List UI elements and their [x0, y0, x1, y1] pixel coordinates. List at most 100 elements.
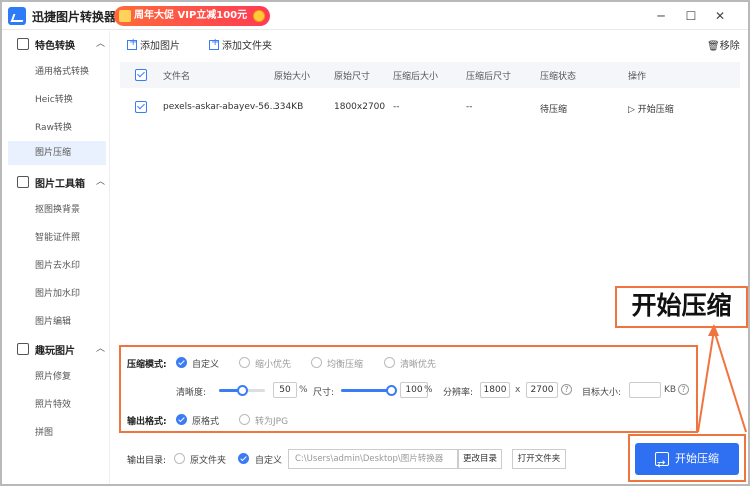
- output-format-label: 输出格式:: [127, 417, 167, 427]
- format-jpg-radio[interactable]: [239, 414, 250, 425]
- size-percent: %: [424, 385, 433, 395]
- clarity-value[interactable]: 50: [273, 382, 297, 398]
- title-bar: 迅捷图片转换器 周年大促 VIP立减100元 ─ ☐ ✕: [2, 2, 748, 30]
- maximize-icon[interactable]: ☐: [683, 8, 699, 24]
- promo-banner[interactable]: 周年大促 VIP立减100元: [114, 6, 270, 26]
- cell-new-size: --: [393, 102, 400, 112]
- row-start-compress-button[interactable]: ▷ 开始压缩: [628, 102, 674, 115]
- sidebar-item-raw[interactable]: Raw转换: [8, 116, 106, 140]
- sidebar-item-compress[interactable]: 图片压缩: [8, 141, 106, 165]
- app-title: 迅捷图片转换器: [32, 10, 117, 24]
- target-size-unit: KB: [664, 385, 677, 395]
- size-slider[interactable]: [341, 385, 397, 396]
- add-folder-label: 添加文件夹: [222, 41, 272, 52]
- format-jpg-label: 转为JPG: [255, 417, 289, 427]
- mode-custom-label: 自定义: [192, 360, 220, 370]
- sidebar-item-collage[interactable]: 拼图: [8, 421, 106, 445]
- add-folder-button[interactable]: 添加文件夹: [209, 37, 272, 52]
- resolution-label: 分辨率:: [443, 388, 474, 398]
- group-label: 图片工具箱: [35, 179, 85, 190]
- mode-custom-radio[interactable]: [176, 357, 187, 368]
- output-custom-radio[interactable]: [238, 453, 249, 464]
- help-icon[interactable]: ?: [678, 384, 689, 395]
- col-action: 操作: [628, 72, 647, 82]
- start-compress-button[interactable]: 开始压缩: [635, 443, 739, 481]
- sidebar-item-format-convert[interactable]: 通用格式转换: [8, 60, 106, 84]
- output-custom-label: 自定义: [255, 456, 283, 466]
- minimize-icon[interactable]: ─: [653, 8, 669, 24]
- cell-new-dim: --: [466, 102, 473, 112]
- cell-status: 待压缩: [540, 105, 568, 115]
- sidebar-item-id-photo[interactable]: 智能证件照: [8, 226, 106, 250]
- clarity-slider-knob[interactable]: [237, 385, 248, 396]
- promo-text: 周年大促 VIP立减100元: [134, 10, 248, 21]
- resolution-width[interactable]: 1800: [480, 382, 510, 398]
- file-table-header: 文件名 原始大小 原始尺寸 压缩后大小 压缩后尺寸 压缩状态 操作: [120, 62, 740, 88]
- toolbox-icon: [17, 176, 29, 188]
- chevron-up-icon: ︿: [96, 344, 106, 354]
- target-size-input[interactable]: [629, 382, 661, 398]
- cell-filename: pexels-askar-abayev-56...: [163, 102, 279, 112]
- size-label: 尺寸:: [313, 388, 335, 398]
- row-checkbox[interactable]: [135, 101, 147, 113]
- sidebar-group-feature[interactable]: 特色转换 ︿: [2, 32, 110, 56]
- sidebar-item-add-watermark[interactable]: 图片加水印: [8, 282, 106, 306]
- gift-icon: [119, 10, 131, 22]
- add-folder-icon: [209, 37, 219, 50]
- add-image-button[interactable]: 添加图片: [127, 37, 180, 52]
- target-size-label: 目标大小:: [582, 388, 622, 398]
- chevron-up-icon: ︿: [96, 177, 106, 187]
- resolution-x: x: [515, 385, 521, 395]
- open-folder-button[interactable]: 打开文件夹: [512, 449, 566, 469]
- add-image-icon: [127, 37, 137, 50]
- mode-balanced-label: 均衡压缩: [327, 360, 364, 370]
- mode-size-first-label: 缩小优先: [255, 360, 292, 370]
- coin-icon: [253, 10, 265, 22]
- mode-clarity-first-label: 清晰优先: [400, 360, 437, 370]
- sidebar-item-photo-repair[interactable]: 照片修复: [8, 365, 106, 389]
- sidebar-item-photo-effects[interactable]: 照片特效: [8, 393, 106, 417]
- col-new-dim: 压缩后尺寸: [466, 72, 512, 82]
- size-slider-fill: [341, 389, 391, 392]
- sidebar-item-remove-watermark[interactable]: 图片去水印: [8, 254, 106, 278]
- compress-icon: [655, 449, 669, 481]
- start-compress-label: 开始压缩: [675, 452, 719, 465]
- format-original-label: 原格式: [192, 417, 220, 427]
- sidebar-item-edit[interactable]: 图片编辑: [8, 310, 106, 334]
- sidebar-item-heic[interactable]: Heic转换: [8, 88, 106, 112]
- table-row[interactable]: pexels-askar-abayev-56... 334KB 1800x270…: [120, 93, 740, 121]
- cell-orig-dim: 1800x2700: [334, 102, 386, 112]
- app-window: 迅捷图片转换器 周年大促 VIP立减100元 ─ ☐ ✕ 特色转换 ︿ 通用格式…: [0, 0, 750, 486]
- mode-size-first-radio[interactable]: [239, 357, 250, 368]
- col-status: 压缩状态: [540, 72, 577, 82]
- remove-button[interactable]: 🗑移除: [707, 37, 740, 52]
- resolution-height[interactable]: 2700: [526, 382, 558, 398]
- mode-balanced-radio[interactable]: [311, 357, 322, 368]
- select-all-checkbox[interactable]: [135, 69, 147, 81]
- close-icon[interactable]: ✕: [712, 8, 728, 24]
- trash-icon: 🗑: [707, 41, 720, 52]
- sidebar-group-fun[interactable]: 趣玩图片 ︿: [2, 337, 110, 361]
- col-filename: 文件名: [163, 72, 191, 82]
- output-original-folder-radio[interactable]: [174, 453, 185, 464]
- callout-label: 开始压缩: [615, 286, 748, 328]
- compression-settings-panel: 压缩模式: 自定义 缩小优先 均衡压缩 清晰优先 清晰度: 50 % 尺寸: 1…: [119, 345, 698, 433]
- toolbar: 添加图片 添加文件夹 🗑移除: [111, 31, 748, 57]
- clarity-label: 清晰度:: [176, 388, 207, 398]
- sidebar-group-toolbox[interactable]: 图片工具箱 ︿: [2, 170, 110, 194]
- help-icon[interactable]: ?: [561, 384, 572, 395]
- format-original-radio[interactable]: [176, 414, 187, 425]
- size-slider-knob[interactable]: [386, 385, 397, 396]
- cell-orig-size: 334KB: [274, 102, 304, 112]
- play-icon: ▷: [628, 105, 638, 115]
- app-logo-icon: [8, 7, 26, 25]
- sidebar-item-cutout[interactable]: 抠图换背景: [8, 198, 106, 222]
- add-image-label: 添加图片: [140, 41, 180, 52]
- output-path-field[interactable]: C:\Users\admin\Desktop\图片转换器: [288, 449, 458, 469]
- col-orig-size: 原始大小: [274, 72, 311, 82]
- chevron-up-icon: ︿: [96, 39, 106, 49]
- clarity-slider[interactable]: [219, 385, 265, 396]
- change-directory-button[interactable]: 更改目录: [458, 449, 502, 469]
- group-label: 特色转换: [35, 41, 75, 52]
- mode-clarity-first-radio[interactable]: [384, 357, 395, 368]
